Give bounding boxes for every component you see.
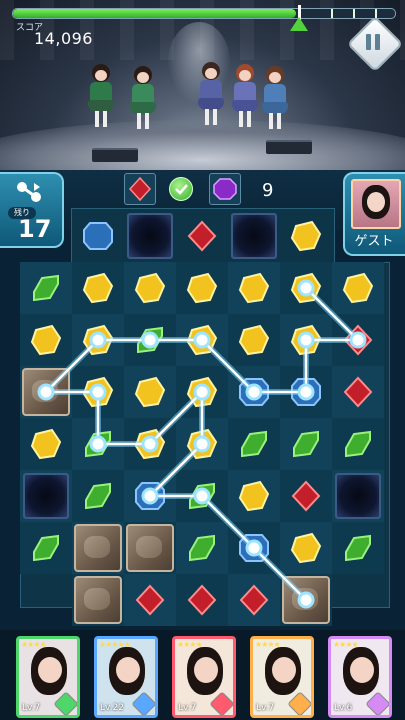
guest-label: ゲスト — [354, 234, 394, 249]
goal-remaining-count: 9 — [262, 180, 274, 201]
idol-figure — [88, 64, 114, 128]
yellow-gem-icon[interactable] — [228, 314, 280, 366]
green-gem-icon[interactable] — [228, 418, 280, 470]
rock-obstacle-tile — [74, 524, 122, 572]
card-rarity-stars: ★★★★★ — [99, 640, 131, 649]
stage-floor — [0, 120, 405, 170]
yellow-gem-icon[interactable] — [176, 366, 228, 418]
member-card[interactable]: ★★★★★ Lv.22 — [94, 636, 158, 718]
member-face — [38, 657, 62, 683]
blocked-hole-tile — [23, 473, 69, 519]
member-card[interactable]: ★★★★ Lv.7 — [16, 636, 80, 718]
blocked-hole-tile — [127, 213, 173, 259]
yellow-gem-icon[interactable] — [176, 314, 228, 366]
score-progress-bar — [12, 8, 396, 19]
card-rarity-stars: ★★★★ — [177, 640, 203, 649]
idol-figure — [130, 66, 156, 130]
rock-obstacle-tile — [282, 576, 330, 624]
stage-platform — [92, 148, 138, 162]
blue-gem-icon[interactable] — [124, 470, 176, 522]
red-gem-icon[interactable] — [176, 210, 228, 262]
yellow-gem-icon[interactable] — [176, 262, 228, 314]
red-gem-icon[interactable] — [176, 574, 228, 626]
blue-gem-icon[interactable] — [228, 366, 280, 418]
yellow-gem-icon[interactable] — [124, 262, 176, 314]
card-rarity-stars: ★★★★ — [333, 640, 359, 649]
yellow-gem-icon[interactable] — [332, 262, 384, 314]
rock-obstacle-tile — [22, 368, 70, 416]
purple-gem-icon — [213, 178, 237, 200]
red-gem-icon[interactable] — [332, 314, 384, 366]
yellow-gem-icon[interactable] — [280, 210, 332, 262]
score-tier-tick — [331, 9, 333, 18]
yellow-gem-icon[interactable] — [280, 314, 332, 366]
goal-purple-gem-slot — [209, 173, 241, 205]
yellow-gem-icon[interactable] — [124, 366, 176, 418]
card-level: Lv.6 — [334, 703, 353, 713]
red-gem-icon[interactable] — [332, 366, 384, 418]
red-gem-icon — [128, 176, 152, 202]
member-face — [350, 657, 374, 683]
green-gem-icon[interactable] — [72, 470, 124, 522]
blocked-hole-tile — [335, 473, 381, 519]
blocked-hole-tile — [231, 213, 277, 259]
yellow-gem-icon[interactable] — [176, 418, 228, 470]
yellow-gem-icon[interactable] — [20, 314, 72, 366]
red-gem-icon[interactable] — [228, 574, 280, 626]
card-level: Lv.22 — [100, 703, 124, 713]
card-level: Lv.7 — [256, 703, 275, 713]
score-tier-tick — [375, 9, 377, 18]
green-gem-icon[interactable] — [124, 314, 176, 366]
rock-obstacle-tile — [126, 524, 174, 572]
green-gem-icon[interactable] — [20, 522, 72, 574]
yellow-gem-icon[interactable] — [280, 522, 332, 574]
green-gem-icon[interactable] — [176, 522, 228, 574]
member-face — [194, 657, 218, 683]
yellow-gem-icon[interactable] — [228, 470, 280, 522]
goal-complete-check-icon — [169, 177, 193, 201]
yellow-gem-icon[interactable] — [280, 262, 332, 314]
score-marker-icon — [290, 17, 308, 31]
card-rarity-stars: ★★★★ — [255, 640, 281, 649]
member-face — [272, 657, 296, 683]
green-gem-icon[interactable] — [72, 418, 124, 470]
green-gem-icon[interactable] — [176, 470, 228, 522]
yellow-gem-icon[interactable] — [228, 262, 280, 314]
member-card[interactable]: ★★★★ Lv.7 — [172, 636, 236, 718]
score-progress-fill — [13, 9, 296, 18]
green-gem-icon[interactable] — [20, 262, 72, 314]
blue-gem-icon[interactable] — [228, 522, 280, 574]
goal-red-gem-slot — [124, 173, 156, 205]
blue-gem-icon[interactable] — [280, 366, 332, 418]
member-card[interactable]: ★★★★ Lv.6 — [328, 636, 392, 718]
card-rarity-stars: ★★★★ — [21, 640, 47, 649]
idol-figure — [198, 62, 224, 126]
score-value: 14,096 — [34, 29, 93, 48]
yellow-gem-icon[interactable] — [20, 418, 72, 470]
pause-icon[interactable] — [366, 34, 380, 50]
idol-figure — [232, 64, 258, 128]
green-gem-icon[interactable] — [280, 418, 332, 470]
card-level: Lv.7 — [178, 703, 197, 713]
card-level: Lv.7 — [22, 703, 41, 713]
idol-figure — [262, 66, 288, 130]
green-gem-icon[interactable] — [332, 522, 384, 574]
red-gem-icon[interactable] — [280, 470, 332, 522]
stage-platform — [266, 140, 312, 154]
yellow-gem-icon[interactable] — [124, 418, 176, 470]
guest-member-avatar[interactable] — [351, 179, 401, 229]
yellow-gem-icon[interactable] — [72, 314, 124, 366]
swipe-moves-icon — [17, 182, 41, 202]
green-gem-icon[interactable] — [332, 418, 384, 470]
blue-gem-icon[interactable] — [72, 210, 124, 262]
yellow-gem-icon[interactable] — [72, 262, 124, 314]
red-gem-icon[interactable] — [124, 574, 176, 626]
score-tier-tick — [353, 9, 355, 18]
live-stage-scene — [0, 0, 405, 170]
yellow-gem-icon[interactable] — [72, 366, 124, 418]
member-card[interactable]: ★★★★ Lv.7 — [250, 636, 314, 718]
member-face — [116, 657, 140, 683]
rock-obstacle-tile — [74, 576, 122, 624]
moves-remaining-value: 17 — [18, 215, 52, 243]
